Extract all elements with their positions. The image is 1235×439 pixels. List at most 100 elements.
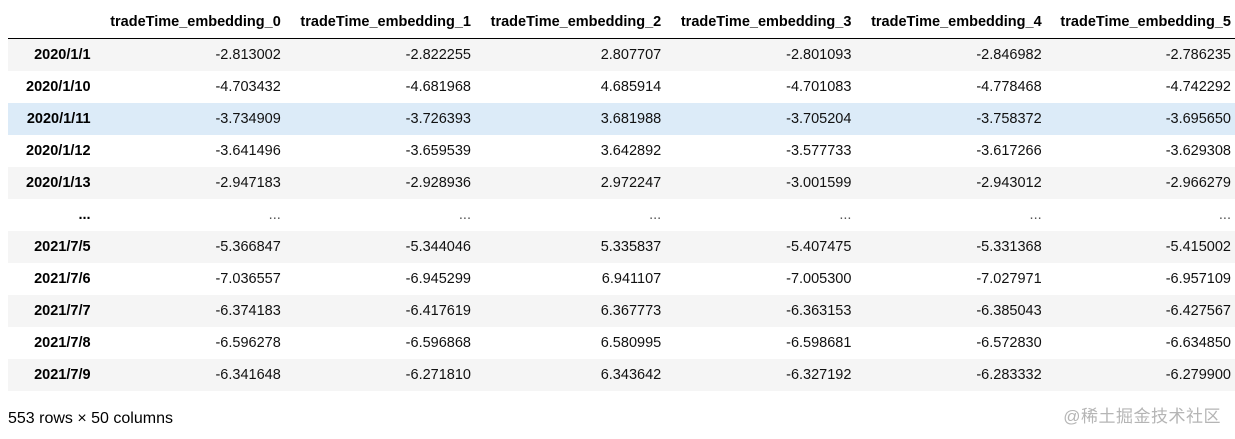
table-cell: -3.001599 bbox=[786, 174, 852, 191]
table-cell: -2.943012 bbox=[976, 174, 1042, 191]
table-cell: -6.385043 bbox=[976, 302, 1042, 319]
table-cell: -2.928936 bbox=[405, 174, 471, 191]
table-cell: -4.742292 bbox=[1165, 78, 1231, 95]
table-cell: -6.363153 bbox=[786, 302, 852, 319]
table-cell: -4.701083 bbox=[786, 78, 852, 95]
table-cell: 6.343642 bbox=[600, 366, 662, 383]
table-cell: -3.726393 bbox=[405, 110, 471, 127]
shape-summary: 553 rows × 50 columns bbox=[8, 410, 173, 427]
row-index-label: ... bbox=[78, 206, 91, 223]
table-cell: -5.415002 bbox=[1165, 238, 1231, 255]
table-cell: -3.577733 bbox=[786, 142, 852, 159]
table-cell: -7.036557 bbox=[215, 270, 281, 287]
table-cell: ... bbox=[268, 206, 281, 223]
table-cell: -3.659539 bbox=[405, 142, 471, 159]
table-cell: -6.957109 bbox=[1165, 270, 1231, 287]
column-header-4: tradeTime_embedding_4 bbox=[861, 6, 1052, 39]
table-cell: -3.641496 bbox=[215, 142, 281, 159]
table-cell: -6.271810 bbox=[405, 366, 471, 383]
table-row: 2021/7/9 -6.341648 -6.271810 6.343642 -6.327… bbox=[8, 358, 1235, 391]
column-header-3: tradeTime_embedding_3 bbox=[671, 6, 862, 39]
table-cell: -3.705204 bbox=[786, 110, 852, 127]
dataframe-output: tradeTime_embedding_0 tradeTime_embeddin… bbox=[0, 0, 1235, 439]
row-index-label: 2020/1/10 bbox=[26, 78, 91, 95]
table-cell: -3.758372 bbox=[976, 110, 1042, 127]
watermark-text: @稀土掘金技术社区 bbox=[1063, 407, 1221, 426]
table-cell: 4.685914 bbox=[600, 78, 662, 95]
table-cell: -5.331368 bbox=[976, 238, 1042, 255]
header-row: tradeTime_embedding_0 tradeTime_embeddin… bbox=[8, 6, 1235, 39]
table-cell: -4.778468 bbox=[976, 78, 1042, 95]
table-cell: -2.786235 bbox=[1165, 46, 1231, 63]
index-header-cell bbox=[8, 6, 101, 39]
table-cell: -2.822255 bbox=[405, 46, 471, 63]
table-cell: 3.642892 bbox=[600, 142, 662, 159]
table-cell: -2.846982 bbox=[976, 46, 1042, 63]
table-cell: -3.734909 bbox=[215, 110, 281, 127]
table-cell: -7.005300 bbox=[786, 270, 852, 287]
table-cell: -2.966279 bbox=[1165, 174, 1231, 191]
table-cell: -4.703432 bbox=[215, 78, 281, 95]
table-cell: -5.407475 bbox=[786, 238, 852, 255]
table-cell: ... bbox=[1029, 206, 1042, 223]
table-row: 2021/7/7 -6.374183 -6.417619 6.367773 -6.363… bbox=[8, 294, 1235, 327]
table-cell: -6.945299 bbox=[405, 270, 471, 287]
table-row: 2021/7/5 -5.366847 -5.344046 5.335837 -5.407… bbox=[8, 230, 1235, 263]
table-row: 2021/7/8 -6.596278 -6.596868 6.580995 -6.598… bbox=[8, 327, 1235, 359]
dataframe-table: tradeTime_embedding_0 tradeTime_embeddin… bbox=[8, 6, 1235, 391]
table-cell: -6.427567 bbox=[1165, 302, 1231, 319]
table-cell: ... bbox=[839, 206, 852, 223]
row-index-label: 2021/7/9 bbox=[34, 366, 91, 383]
ellipsis-row: ..................... bbox=[8, 199, 1235, 231]
table-cell: -6.596278 bbox=[215, 334, 281, 351]
table-header: tradeTime_embedding_0 tradeTime_embeddin… bbox=[8, 6, 1235, 39]
table-row: 2020/1/11 -3.734909 -3.726393 3.681988 -3.70… bbox=[8, 102, 1235, 135]
table-cell: -6.596868 bbox=[405, 334, 471, 351]
table-cell: -6.374183 bbox=[215, 302, 281, 319]
table-cell: 6.580995 bbox=[600, 334, 662, 351]
table-cell: -6.279900 bbox=[1165, 366, 1231, 383]
table-cell: -3.629308 bbox=[1165, 142, 1231, 159]
row-index-label: 2021/7/6 bbox=[34, 270, 91, 287]
column-header-0: tradeTime_embedding_0 bbox=[100, 6, 291, 39]
table-cell: -6.598681 bbox=[786, 334, 852, 351]
row-index-label: 2021/7/8 bbox=[34, 334, 91, 351]
table-cell: -4.681968 bbox=[405, 78, 471, 95]
table-cell: -6.327192 bbox=[786, 366, 852, 383]
table-cell: 2.807707 bbox=[600, 46, 662, 63]
table-cell: ... bbox=[649, 206, 662, 223]
table-row: 2020/1/1 -2.813002 -2.822255 2.807707 -2.801… bbox=[8, 38, 1235, 71]
table-cell: -2.801093 bbox=[786, 46, 852, 63]
table-cell: -3.617266 bbox=[976, 142, 1042, 159]
row-index-label: 2020/1/13 bbox=[26, 174, 91, 191]
table-cell: -6.341648 bbox=[215, 366, 281, 383]
table-cell: -6.572830 bbox=[976, 334, 1042, 351]
row-index-label: 2021/7/7 bbox=[34, 302, 91, 319]
table-body: 2020/1/1 -2.813002 -2.822255 2.807707 -2.801… bbox=[8, 38, 1235, 391]
row-index-label: 2021/7/5 bbox=[34, 238, 91, 255]
table-cell: -7.027971 bbox=[976, 270, 1042, 287]
table-row: 2021/7/6 -7.036557 -6.945299 6.941107 -7.005… bbox=[8, 263, 1235, 295]
table-cell: -6.634850 bbox=[1165, 334, 1231, 351]
table-cell: ... bbox=[1218, 206, 1231, 223]
table-cell: 5.335837 bbox=[600, 238, 662, 255]
table-cell: ... bbox=[458, 206, 471, 223]
table-row: 2020/1/13 -2.947183 -2.928936 2.972247 -3.00… bbox=[8, 166, 1235, 199]
table-cell: -2.813002 bbox=[215, 46, 281, 63]
column-header-1: tradeTime_embedding_1 bbox=[290, 6, 481, 39]
table-cell: 2.972247 bbox=[600, 174, 662, 191]
row-index-label: 2020/1/12 bbox=[26, 142, 91, 159]
table-cell: 6.367773 bbox=[600, 302, 662, 319]
table-row: 2020/1/12 -3.641496 -3.659539 3.642892 -3.57… bbox=[8, 135, 1235, 167]
table-cell: -5.366847 bbox=[215, 238, 281, 255]
table-cell: 3.681988 bbox=[600, 110, 662, 127]
table-cell: 6.941107 bbox=[601, 270, 662, 287]
table-cell: -3.695650 bbox=[1165, 110, 1231, 127]
row-index-label: 2020/1/1 bbox=[34, 46, 91, 63]
table-row: 2020/1/10 -4.703432 -4.681968 4.685914 -4.70… bbox=[8, 71, 1235, 103]
table-cell: -5.344046 bbox=[405, 238, 471, 255]
table-cell: -6.283332 bbox=[976, 366, 1042, 383]
column-header-2: tradeTime_embedding_2 bbox=[480, 6, 672, 39]
row-index-label: 2020/1/11 bbox=[26, 110, 91, 127]
table-cell: -6.417619 bbox=[405, 302, 471, 319]
